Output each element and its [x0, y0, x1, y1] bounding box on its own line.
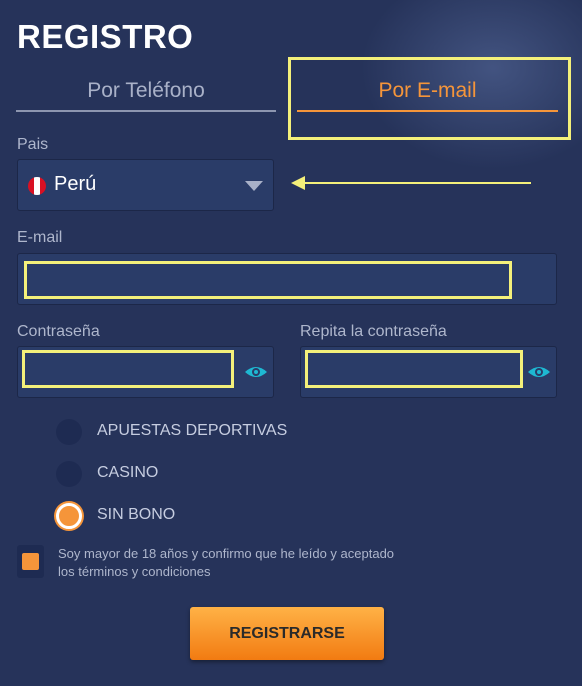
tab-phone[interactable]: Por Teléfono: [16, 72, 276, 112]
password-label: Contraseña: [17, 323, 100, 340]
checkbox-checked-mark: [22, 553, 39, 570]
annotation-arrow-head: [291, 176, 305, 190]
country-label: Pais: [17, 136, 49, 153]
country-select[interactable]: Perú: [17, 159, 274, 211]
chevron-down-icon: [245, 181, 263, 191]
terms-checkbox[interactable]: [17, 545, 44, 578]
password-repeat-highlight-box: [305, 350, 523, 388]
radio-sports-bonus[interactable]: [56, 419, 82, 445]
radio-no-bonus-label: SIN BONO: [97, 506, 176, 523]
page-title: REGISTRO: [17, 18, 194, 55]
radio-sports-label: APUESTAS DEPORTIVAS: [97, 422, 288, 439]
peru-flag-icon: [28, 177, 46, 195]
password-repeat-label: Repita la contraseña: [300, 323, 447, 340]
register-button[interactable]: REGISTRARSE: [190, 607, 384, 660]
password-highlight-box: [22, 350, 234, 388]
eye-icon[interactable]: [244, 364, 268, 380]
annotation-arrow-line: [300, 182, 531, 184]
email-highlight-box: [24, 261, 512, 299]
tab-email-highlight-box: [288, 57, 571, 140]
email-label: E-mail: [17, 229, 63, 246]
terms-text: Soy mayor de 18 años y confirmo que he l…: [58, 546, 395, 579]
radio-no-bonus[interactable]: [56, 503, 82, 529]
radio-casino-label: CASINO: [97, 464, 159, 481]
radio-casino-bonus[interactable]: [56, 461, 82, 487]
country-value: Perú: [54, 173, 97, 195]
eye-icon[interactable]: [527, 364, 551, 380]
